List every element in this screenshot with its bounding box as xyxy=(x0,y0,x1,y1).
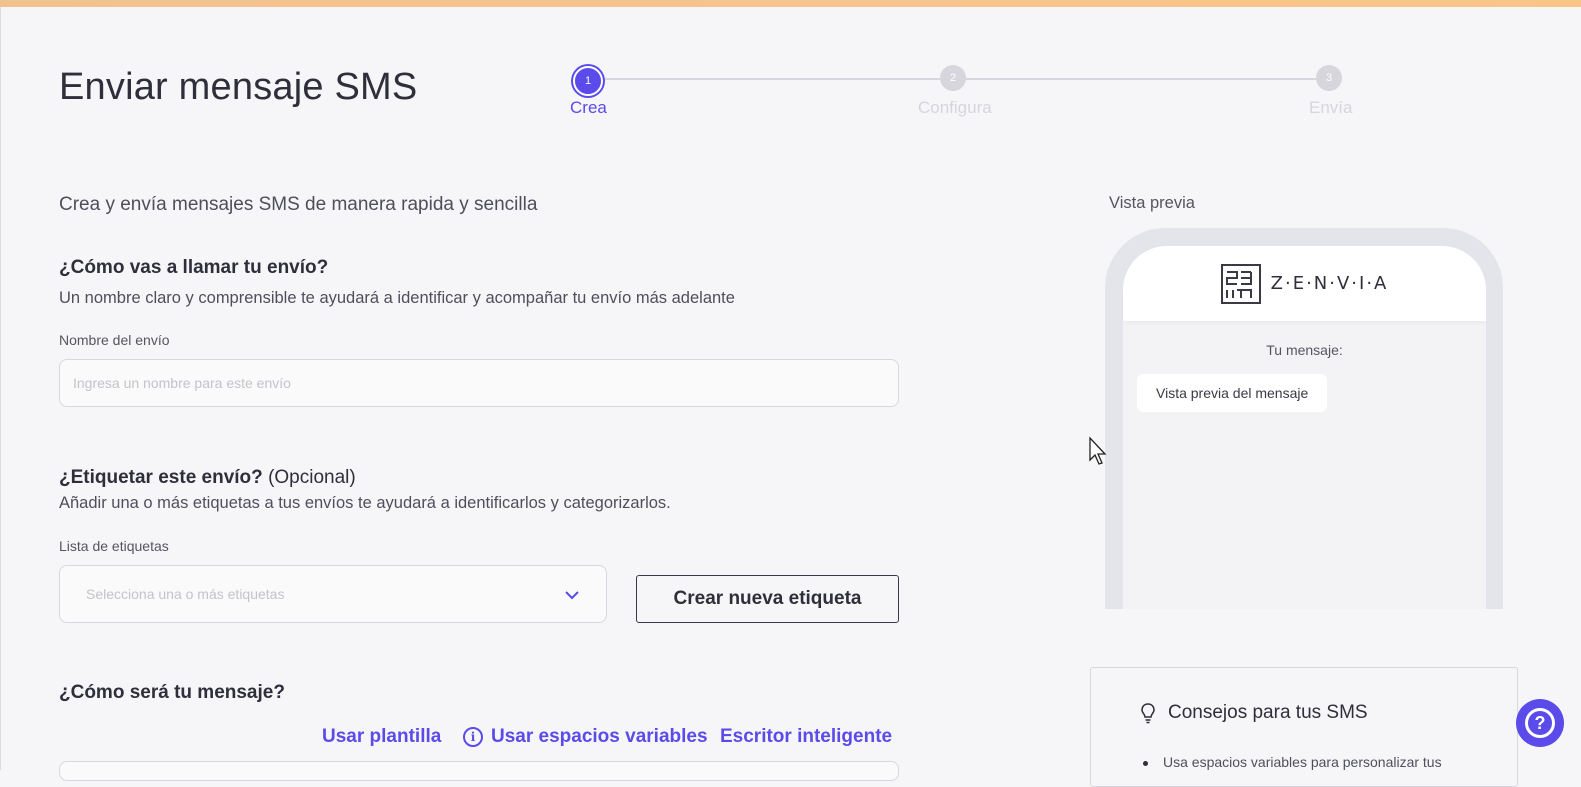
step-2-label[interactable]: Configura xyxy=(918,98,992,118)
step-3-label[interactable]: Envía xyxy=(1309,98,1352,118)
smart-writer-link[interactable]: Escritor inteligente xyxy=(720,726,892,748)
left-border xyxy=(0,7,1,770)
step-2-circle[interactable]: 2 xyxy=(940,65,966,91)
message-section-heading: ¿Cómo será tu mensaje? xyxy=(59,682,285,703)
shipment-name-placeholder: Ingresa un nombre para este envío xyxy=(73,375,291,391)
tags-select-placeholder: Selecciona una o más etiquetas xyxy=(86,586,285,602)
create-tag-button[interactable]: Crear nueva etiqueta xyxy=(636,575,899,623)
tags-heading-optional: (Opcional) xyxy=(268,467,356,488)
step-3-circle[interactable]: 3 xyxy=(1316,65,1342,91)
chevron-down-icon xyxy=(564,585,580,603)
phone-screen: Z·E·N·V·I·A Tu mensaje: Vista previa del… xyxy=(1123,246,1486,609)
page-subtitle: Crea y envía mensajes SMS de manera rapi… xyxy=(59,194,538,215)
help-button[interactable]: ? xyxy=(1516,699,1564,747)
step-connector-1 xyxy=(603,78,940,80)
step-connector-2 xyxy=(966,78,1316,80)
tags-section-heading: ¿Etiquetar este envío? (Opcional) xyxy=(59,467,356,489)
use-variables-link[interactable]: i Usar espacios variables xyxy=(463,726,708,748)
smart-writer-label: Escritor inteligente xyxy=(720,726,893,747)
step-1-label[interactable]: Crea xyxy=(570,98,607,118)
message-textarea[interactable] xyxy=(59,761,899,781)
tips-title-text: Consejos para tus SMS xyxy=(1168,702,1368,723)
lightbulb-icon xyxy=(1141,703,1155,724)
help-icon: ? xyxy=(1525,708,1555,738)
phone-header: Z·E·N·V·I·A xyxy=(1123,246,1486,321)
name-section-heading: ¿Cómo vas a llamar tu envío? xyxy=(59,257,329,278)
brand-name: Z·E·N·V·I·A xyxy=(1270,273,1389,294)
use-template-label: Usar plantilla xyxy=(322,726,442,747)
message-preview-bubble: Vista previa del mensaje xyxy=(1137,374,1328,412)
tip-item: Usa espacios variables para personalizar… xyxy=(1143,754,1442,770)
preview-label: Vista previa xyxy=(1109,194,1195,212)
use-template-link[interactable]: Usar plantilla xyxy=(322,726,441,748)
info-icon: i xyxy=(463,727,483,747)
page-title: Enviar mensaje SMS xyxy=(59,66,418,108)
name-field-label: Nombre del envío xyxy=(59,332,170,348)
tags-select[interactable]: Selecciona una o más etiquetas xyxy=(59,565,607,623)
shipment-name-input[interactable]: Ingresa un nombre para este envío xyxy=(59,359,899,407)
step-1-circle[interactable]: 1 xyxy=(573,66,603,96)
tips-title: Consejos para tus SMS xyxy=(1140,702,1368,724)
tags-heading-text: ¿Etiquetar este envío? xyxy=(59,467,263,488)
mouse-cursor-icon xyxy=(1089,436,1107,465)
tags-section-description: Añadir una o más etiquetas a tus envíos … xyxy=(59,494,671,512)
zenvia-logo-icon xyxy=(1220,263,1261,304)
use-variables-label: Usar espacios variables xyxy=(491,726,708,747)
name-section-description: Un nombre claro y comprensible te ayudar… xyxy=(59,289,735,307)
tip-item-text: Usa espacios variables para personalizar… xyxy=(1163,754,1442,770)
top-accent-bar xyxy=(0,0,1581,7)
tags-field-label: Lista de etiquetas xyxy=(59,538,169,554)
your-message-label: Tu mensaje: xyxy=(1266,342,1343,358)
